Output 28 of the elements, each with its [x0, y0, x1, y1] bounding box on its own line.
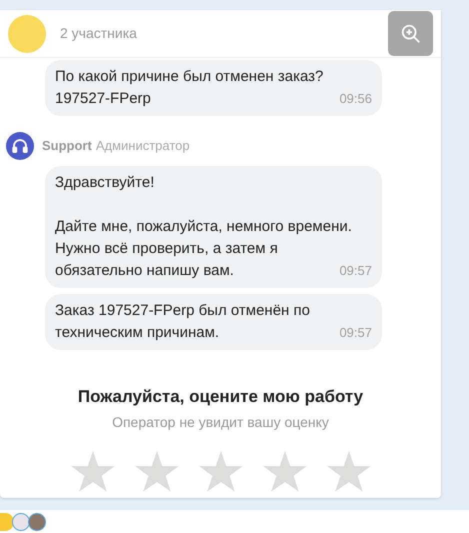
avatar	[8, 14, 46, 52]
message-text: 197527-FPerp	[55, 89, 151, 109]
star-icon[interactable]	[198, 450, 242, 492]
message-text: По какой причине был отменен заказ?	[55, 67, 324, 87]
message-text: Дайте мне, пожалуйста, немного времени.	[55, 217, 353, 237]
rating-subtitle: Оператор не увидит вашу оценку	[112, 412, 329, 432]
message-time: 09:57	[339, 262, 372, 280]
star-icon[interactable]	[134, 450, 178, 492]
message-text: Здравствуйте!	[55, 173, 156, 193]
zoom-button[interactable]	[388, 11, 433, 56]
star-icon[interactable]	[70, 450, 114, 492]
message-time: 09:57	[339, 324, 372, 342]
message-text: Заказ 197527-FPerp был отменён по	[55, 301, 311, 321]
star-icon[interactable]	[326, 450, 370, 492]
user-avatar	[28, 513, 46, 531]
message-time: 09:56	[339, 90, 372, 108]
user-avatar	[12, 513, 30, 531]
star-icon[interactable]	[262, 450, 306, 492]
message-text: Нужно всё проверить, а затем я	[55, 239, 279, 259]
author-role: Администратор	[96, 137, 190, 156]
message-text: техническим причинам.	[55, 323, 220, 343]
message-text: обязательно напишу вам.	[55, 261, 234, 281]
author-name: Support	[42, 137, 92, 156]
zoom-in-icon	[400, 22, 422, 44]
star-rating[interactable]	[70, 450, 370, 492]
rating-title: Пожалуйста, оцените мою работу	[78, 386, 364, 408]
participants-count: 2 участника	[60, 24, 137, 43]
headphones-icon	[11, 137, 29, 155]
